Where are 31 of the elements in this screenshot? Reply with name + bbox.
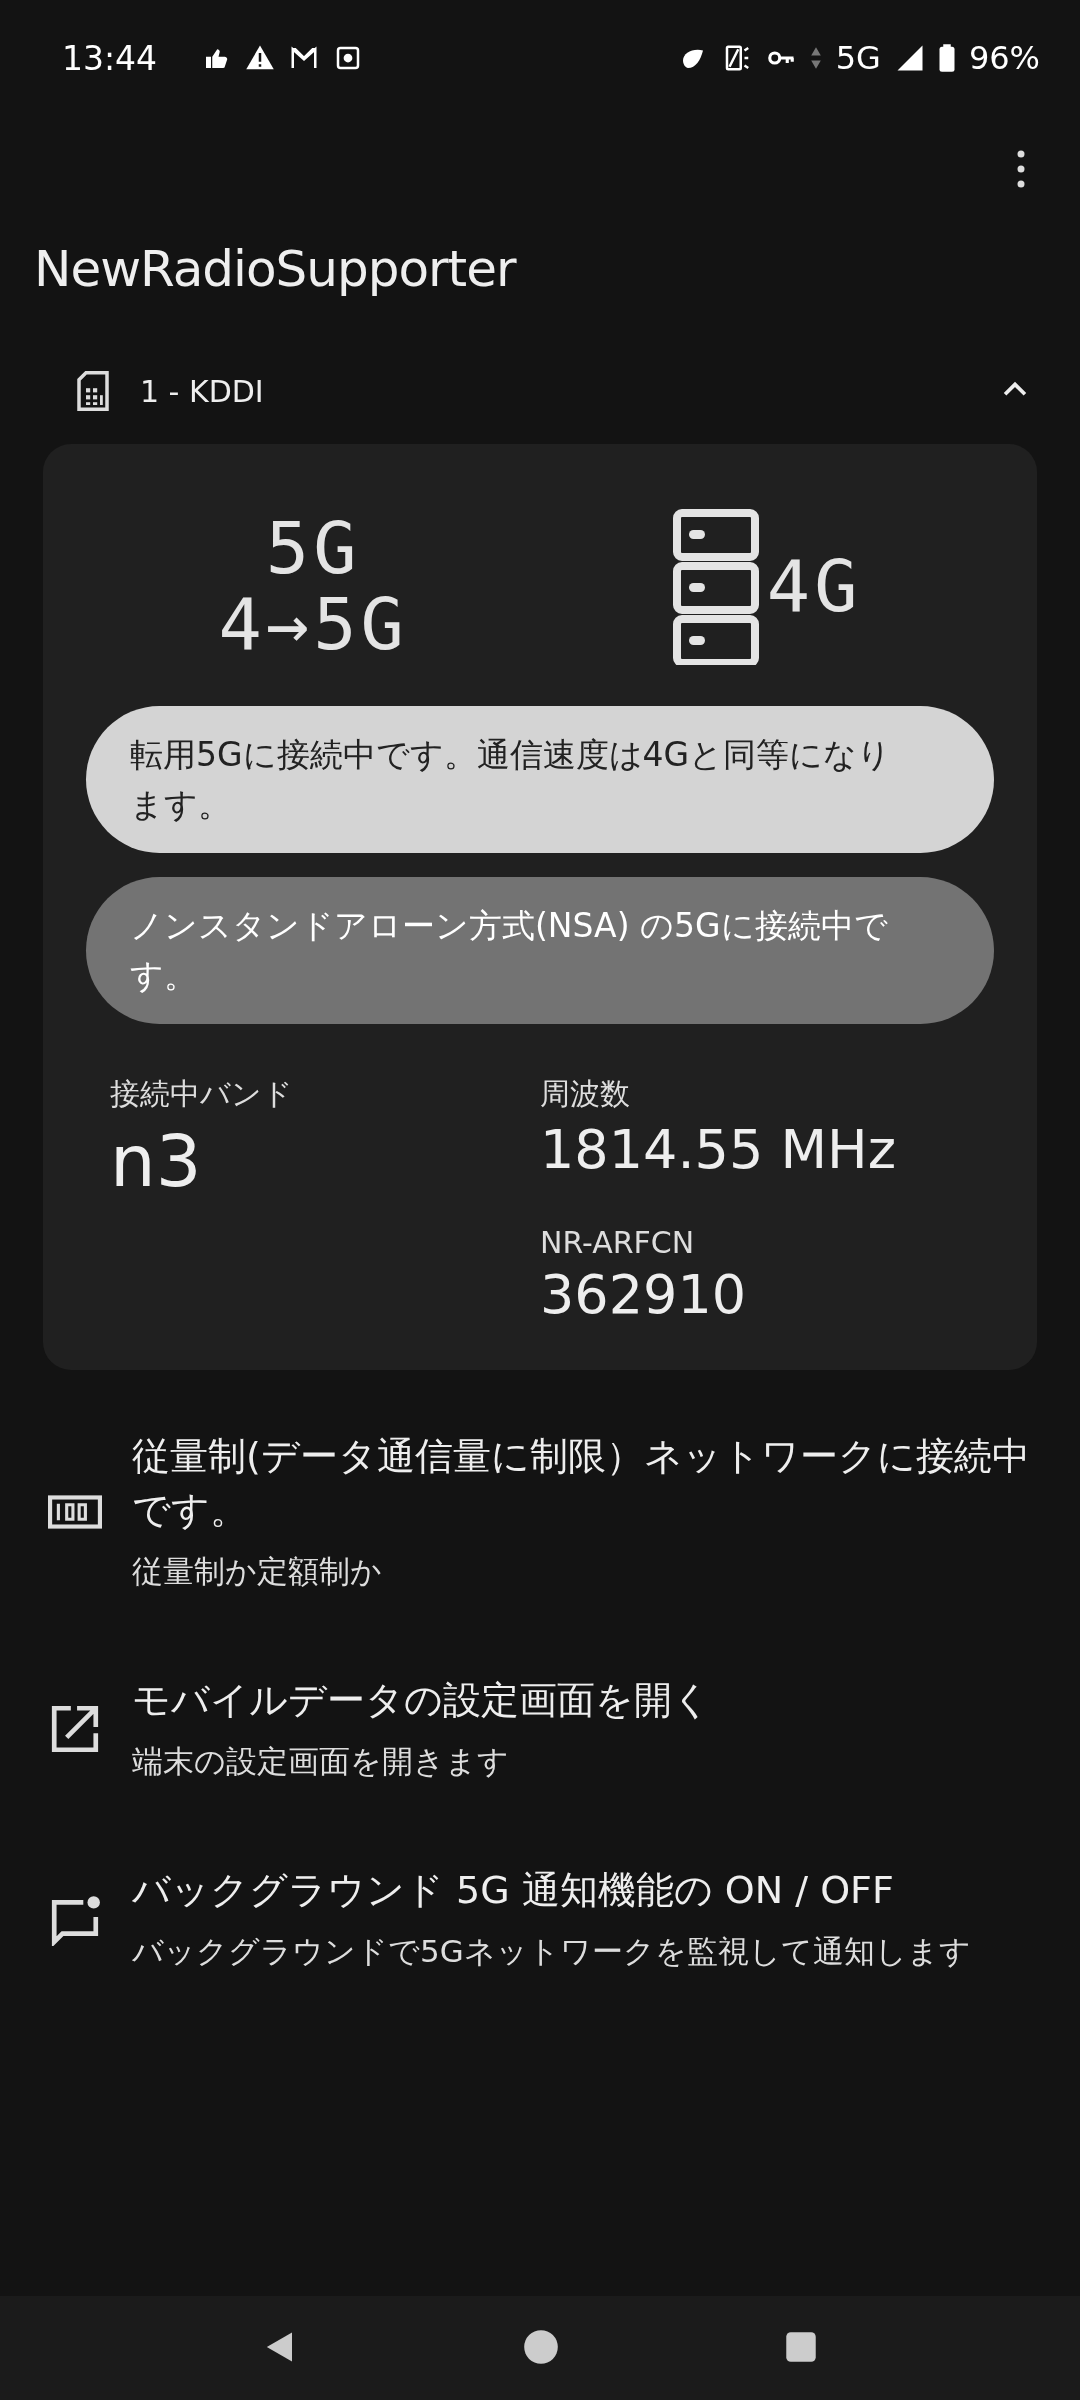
home-icon bbox=[523, 2328, 559, 2365]
item-subtitle: 端末の設定画面を開きます bbox=[132, 1741, 510, 1781]
settings-item[interactable]: モバイルデータの設定画面を開く 端末の設定画面を開きます bbox=[0, 1673, 1080, 1784]
network-type: 5G bbox=[835, 39, 881, 77]
status-message: ノンスタンドアローン方式(NSA) の5Gに接続中です。 bbox=[86, 877, 994, 1024]
battery-level: 96% bbox=[968, 39, 1040, 77]
item-subtitle: 従量制か定額制か bbox=[132, 1551, 383, 1591]
item-title: バックグラウンド 5G 通知機能の ON / OFF bbox=[132, 1866, 895, 1914]
item-subtitle: バックグラウンドで5Gネットワークを監視して通知します bbox=[132, 1932, 971, 1971]
server-stack-icon bbox=[672, 509, 759, 665]
clock: 13:44 bbox=[62, 38, 158, 78]
item-title: 従量制(データ通信量に制限）ネットワークに接続中です。 bbox=[132, 1433, 1031, 1534]
sim-label: 1 - KDDI bbox=[140, 373, 265, 409]
frequency-label: 周波数 bbox=[540, 1075, 631, 1113]
status-message: 転用5Gに接続中です。通信速度は4Gと同等になります。 bbox=[86, 706, 994, 853]
more-vert-icon bbox=[1016, 148, 1026, 189]
arfcn-label: NR-ARFCN bbox=[540, 1225, 696, 1261]
band-value: n3 bbox=[110, 1118, 203, 1205]
network-glyph: 4→5G bbox=[218, 587, 408, 663]
app-title: NewRadioSupporter bbox=[33, 239, 518, 300]
recents-icon bbox=[783, 2329, 818, 2364]
sim-card-icon bbox=[76, 370, 110, 412]
item-title: モバイルデータの設定画面を開く bbox=[132, 1676, 711, 1724]
band-label: 接続中バンド bbox=[110, 1075, 294, 1113]
settings-item[interactable]: 従量制(データ通信量に制限）ネットワークに接続中です。 従量制か定額制か bbox=[0, 1430, 1080, 1594]
network-glyph: 5G bbox=[265, 511, 361, 587]
frequency-value: 1814.55 MHz bbox=[540, 1117, 897, 1183]
settings-item[interactable]: バックグラウンド 5G 通知機能の ON / OFF バックグラウンドで5Gネットワークを監視して通知します bbox=[0, 1863, 1080, 1974]
battery-icon bbox=[938, 43, 955, 73]
arfcn-value: 362910 bbox=[540, 1262, 748, 1329]
network-glyph: 4G bbox=[766, 549, 862, 625]
